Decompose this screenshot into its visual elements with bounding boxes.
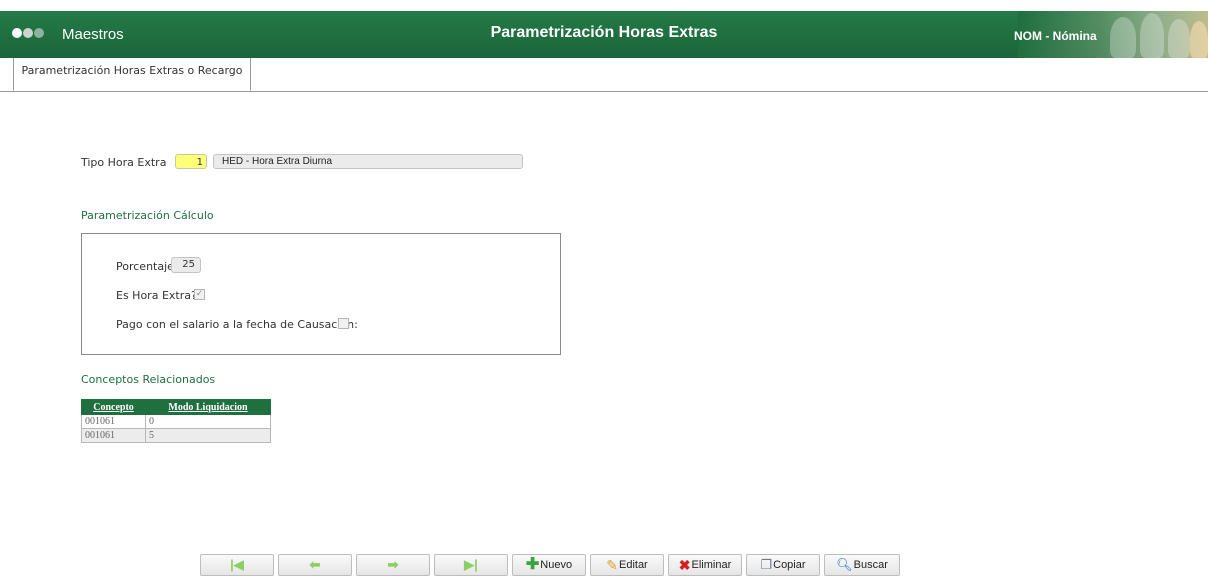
- tipo-hora-extra-label: Tipo Hora Extra: [81, 156, 167, 169]
- copiar-button[interactable]: ❐Copiar: [746, 554, 820, 576]
- column-header-modo-liquidacion[interactable]: Modo Liquidacion: [145, 399, 271, 415]
- previous-record-icon: ⬅: [309, 557, 321, 572]
- nuevo-button[interactable]: ✚Nuevo: [512, 554, 586, 576]
- eliminar-label: Eliminar: [691, 559, 732, 571]
- table-row[interactable]: 001061 5: [81, 428, 271, 443]
- buscar-button[interactable]: 🔍︎Buscar: [824, 554, 900, 576]
- modo-liquidacion-cell: 0: [145, 414, 271, 429]
- conceptos-section-title: Conceptos Relacionados: [81, 373, 216, 386]
- nuevo-label: Nuevo: [540, 559, 573, 571]
- app-name: NOM - Nómina: [1014, 29, 1097, 43]
- column-header-concepto[interactable]: Concepto: [81, 399, 146, 415]
- editar-label: Editar: [618, 559, 648, 571]
- calculo-section-title: Parametrización Cálculo: [81, 209, 214, 222]
- copiar-label: Copiar: [773, 559, 806, 571]
- app-header: Maestros Parametrización Horas Extras NO…: [0, 11, 1208, 58]
- tab-bar: Parametrización Horas Extras o Recargo: [0, 58, 1208, 92]
- first-record-button[interactable]: |◀: [200, 554, 274, 576]
- pago-salario-label: Pago con el salario a la fecha de Causac…: [116, 318, 358, 331]
- tipo-hora-extra-code-field[interactable]: 1: [175, 154, 207, 169]
- tipo-hora-extra-description-field: HED - Hora Extra Diurna: [213, 154, 523, 169]
- table-row[interactable]: 001061 0: [81, 414, 271, 429]
- plus-icon: ✚: [525, 556, 540, 574]
- conceptos-table: Concepto Modo Liquidacion 001061 0 00106…: [81, 399, 271, 443]
- porcentaje-label: Porcentaje:: [116, 260, 178, 273]
- es-hora-extra-label: Es Hora Extra?:: [116, 289, 201, 302]
- first-record-icon: |◀: [230, 557, 244, 572]
- last-record-icon: ▶|: [464, 557, 478, 572]
- buscar-label: Buscar: [853, 559, 888, 571]
- pencil-icon: ✎: [606, 557, 618, 574]
- next-record-icon: ➡: [387, 557, 399, 572]
- editar-button[interactable]: ✎Editar: [590, 554, 664, 576]
- concepto-cell: 001061: [81, 428, 146, 443]
- last-record-button[interactable]: ▶|: [434, 554, 508, 576]
- concepto-cell: 001061: [81, 414, 146, 429]
- eliminar-button[interactable]: ✖Eliminar: [668, 554, 742, 576]
- pago-salario-checkbox[interactable]: [338, 318, 349, 329]
- es-hora-extra-checkbox[interactable]: ✓: [194, 289, 205, 300]
- modo-liquidacion-cell: 5: [145, 428, 271, 443]
- search-icon: 🔍︎: [836, 557, 853, 573]
- next-record-button[interactable]: ➡: [356, 554, 430, 576]
- porcentaje-field[interactable]: 25: [171, 257, 201, 273]
- tab-parametrizacion[interactable]: Parametrización Horas Extras o Recargo: [13, 58, 251, 91]
- delete-icon: ✖: [678, 557, 691, 574]
- previous-record-button[interactable]: ⬅: [278, 554, 352, 576]
- copy-icon: ❐: [760, 557, 773, 573]
- checkmark-icon: ✓: [195, 289, 204, 299]
